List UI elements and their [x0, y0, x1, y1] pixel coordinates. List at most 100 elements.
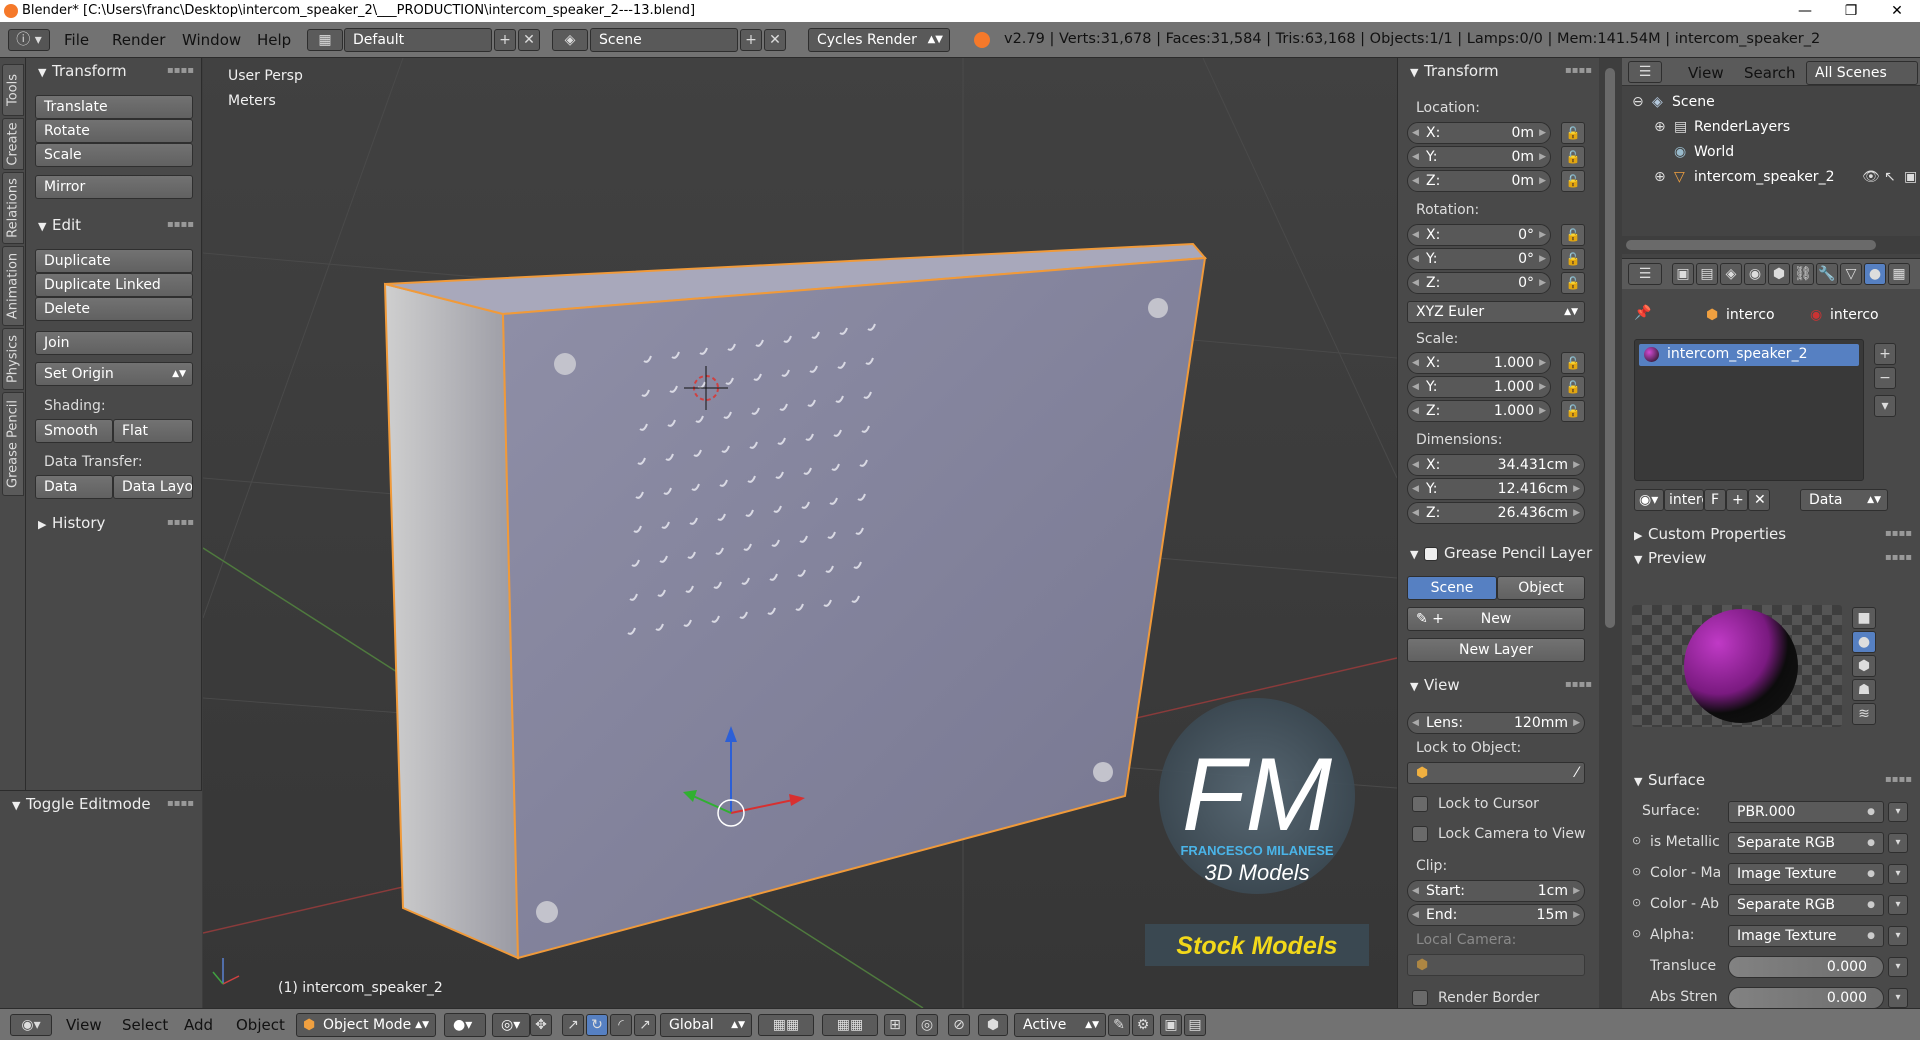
- context-scene-icon[interactable]: ◈: [1720, 263, 1742, 285]
- rotation-y-field[interactable]: ◀ Y: 0° ▶: [1407, 248, 1551, 270]
- decrement-arrow-icon[interactable]: ◀: [1412, 249, 1419, 269]
- mode-select[interactable]: ⬢ Object Mode ▲▼: [296, 1013, 436, 1037]
- scale-z-lock-icon[interactable]: 🔓: [1561, 400, 1585, 422]
- n-transform-header[interactable]: ▼ Transform ▪▪▪▪: [1398, 58, 1600, 84]
- decrement-arrow-icon[interactable]: ◀: [1412, 503, 1419, 523]
- layout-field[interactable]: Default: [344, 28, 492, 52]
- decrement-arrow-icon[interactable]: ◀: [1412, 123, 1419, 143]
- pin-icon[interactable]: 📌: [1634, 305, 1651, 321]
- link-select[interactable]: Data ▲▼: [1800, 489, 1888, 511]
- socket-link-icon[interactable]: ⊙: [1632, 896, 1641, 909]
- render-image-icon[interactable]: ▣: [1160, 1014, 1182, 1036]
- outliner-scene[interactable]: Scene: [1672, 94, 1715, 110]
- grip-icon[interactable]: ▪▪▪▪: [1565, 672, 1592, 698]
- tab-animation[interactable]: Animation: [2, 246, 24, 326]
- node-link-menu-icon[interactable]: ▾: [1888, 864, 1908, 884]
- history-panel-header[interactable]: ▶ History ▪▪▪▪: [26, 510, 202, 536]
- node-link-menu-icon[interactable]: ▾: [1888, 926, 1908, 946]
- expand-icon[interactable]: ⊕: [1654, 119, 1666, 135]
- render-camera-icon[interactable]: ▣: [1904, 169, 1917, 185]
- custom-properties-header[interactable]: ▶ Custom Properties ▪▪▪▪: [1622, 521, 1920, 547]
- outliner-object[interactable]: intercom_speaker_2: [1694, 169, 1834, 185]
- editor-type-3d-icon[interactable]: ◉▾: [10, 1014, 52, 1036]
- duplicate-linked-button[interactable]: Duplicate Linked: [35, 273, 193, 297]
- scale-x-field[interactable]: ◀ X: 1.000 ▶: [1407, 352, 1551, 374]
- new-material-icon[interactable]: +: [1726, 489, 1748, 511]
- lock-cursor-checkbox[interactable]: [1412, 796, 1428, 812]
- socket-link-icon[interactable]: ⊙: [1632, 927, 1641, 940]
- layers-grid-icon[interactable]: ▦▦: [758, 1014, 814, 1036]
- outliner-search-menu[interactable]: Search: [1744, 64, 1796, 82]
- eyedropper-icon[interactable]: ⁄: [1576, 763, 1578, 783]
- surface-header[interactable]: ▼ Surface ▪▪▪▪: [1622, 767, 1920, 793]
- surface-input-select[interactable]: Separate RGB ●: [1728, 894, 1884, 916]
- scale-y-lock-icon[interactable]: 🔓: [1561, 376, 1585, 398]
- preview-sphere-icon[interactable]: ●: [1852, 631, 1876, 653]
- viewport-canvas[interactable]: FM FRANCESCO MILANESE 3D Models Stock Mo…: [203, 58, 1397, 1008]
- remove-layout-icon[interactable]: ✕: [518, 29, 540, 51]
- increment-arrow-icon[interactable]: ▶: [1539, 273, 1546, 293]
- cursor-select-icon[interactable]: ↖: [1884, 169, 1896, 185]
- increment-arrow-icon[interactable]: ▶: [1539, 401, 1546, 421]
- material-browse-icon[interactable]: ◉▾: [1634, 489, 1664, 511]
- decrement-arrow-icon[interactable]: ◀: [1412, 225, 1419, 245]
- shading-mode-select[interactable]: ●▾: [444, 1013, 486, 1037]
- render-border-checkbox[interactable]: [1412, 990, 1428, 1006]
- decrement-arrow-icon[interactable]: ◀: [1412, 455, 1419, 475]
- grip-icon[interactable]: ▪▪▪▪: [1885, 767, 1912, 793]
- menu-window[interactable]: Window: [182, 31, 241, 49]
- data-button[interactable]: Data: [35, 475, 113, 499]
- preview-flat-icon[interactable]: ■: [1852, 607, 1876, 629]
- increment-arrow-icon[interactable]: ▶: [1539, 377, 1546, 397]
- surface-value-slider[interactable]: 0.000: [1728, 987, 1884, 1009]
- location-z-lock-icon[interactable]: 🔓: [1561, 170, 1585, 192]
- increment-arrow-icon[interactable]: ▶: [1573, 455, 1580, 475]
- preview-header[interactable]: ▼ Preview ▪▪▪▪: [1622, 545, 1920, 571]
- menu-view[interactable]: View: [66, 1016, 102, 1034]
- node-link-menu-icon[interactable]: ▾: [1888, 802, 1908, 822]
- grease-pencil-header[interactable]: ▼ Grease Pencil Layer: [1398, 540, 1600, 566]
- minimize-icon[interactable]: —: [1782, 0, 1828, 22]
- snap-target-select[interactable]: Active ▲▼: [1014, 1013, 1106, 1037]
- increment-arrow-icon[interactable]: ▶: [1573, 503, 1580, 523]
- n-panel-scrollbar[interactable]: [1599, 58, 1622, 1008]
- grease-pencil-checkbox[interactable]: [1424, 547, 1438, 561]
- decrement-arrow-icon[interactable]: ◀: [1412, 171, 1419, 191]
- grease-scene-tab[interactable]: Scene: [1407, 576, 1497, 600]
- decrement-arrow-icon[interactable]: ◀: [1412, 147, 1419, 167]
- surface-input-select[interactable]: Image Texture ●: [1728, 863, 1884, 885]
- outliner-view-menu[interactable]: View: [1688, 64, 1724, 82]
- outliner-renderlayers[interactable]: RenderLayers: [1694, 119, 1790, 135]
- fake-user-toggle[interactable]: F: [1704, 489, 1726, 511]
- remove-scene-icon[interactable]: ✕: [764, 29, 786, 51]
- tab-grease-pencil[interactable]: Grease Pencil: [2, 392, 24, 496]
- surface-value-slider[interactable]: 0.000: [1728, 956, 1884, 978]
- surface-input-select[interactable]: PBR.000 ●: [1728, 801, 1884, 823]
- outliner-editor-icon[interactable]: ☰: [1628, 61, 1662, 83]
- add-scene-icon[interactable]: +: [740, 29, 762, 51]
- rotation-mode-select[interactable]: XYZ Euler ▲▼: [1407, 301, 1585, 323]
- increment-arrow-icon[interactable]: ▶: [1539, 147, 1546, 167]
- context-object-icon[interactable]: ⬢: [1768, 263, 1790, 285]
- set-origin-select[interactable]: Set Origin ▲▼: [35, 362, 193, 386]
- rotation-z-lock-icon[interactable]: 🔓: [1561, 272, 1585, 294]
- grip-icon[interactable]: ▪▪▪▪: [1885, 521, 1912, 547]
- increment-arrow-icon[interactable]: ▶: [1539, 171, 1546, 191]
- translate-manipulator-icon[interactable]: ↗: [562, 1014, 584, 1036]
- translate-button[interactable]: Translate: [35, 95, 193, 119]
- decrement-arrow-icon[interactable]: ◀: [1412, 377, 1419, 397]
- preview-hair-icon[interactable]: ≋: [1852, 703, 1876, 725]
- slot-menu-icon[interactable]: ▾: [1874, 395, 1896, 417]
- snap-icon[interactable]: ⊘: [948, 1014, 970, 1036]
- preview-monkey-icon[interactable]: ☗: [1852, 679, 1876, 701]
- breadcrumb-object[interactable]: interco: [1726, 307, 1775, 323]
- expand-icon[interactable]: ⊕: [1654, 169, 1666, 185]
- layer-lock-icon[interactable]: ⊞: [884, 1014, 906, 1036]
- location-x-lock-icon[interactable]: 🔓: [1561, 122, 1585, 144]
- location-y-lock-icon[interactable]: 🔓: [1561, 146, 1585, 168]
- material-slot-item[interactable]: intercom_speaker_2: [1639, 344, 1859, 366]
- local-camera-field[interactable]: ⬢: [1407, 954, 1585, 976]
- clip-start-field[interactable]: ◀ Start: 1cm ▶: [1407, 880, 1585, 902]
- render-engine-select[interactable]: Cycles Render ▲▼: [808, 28, 950, 52]
- tab-physics[interactable]: Physics: [2, 328, 24, 390]
